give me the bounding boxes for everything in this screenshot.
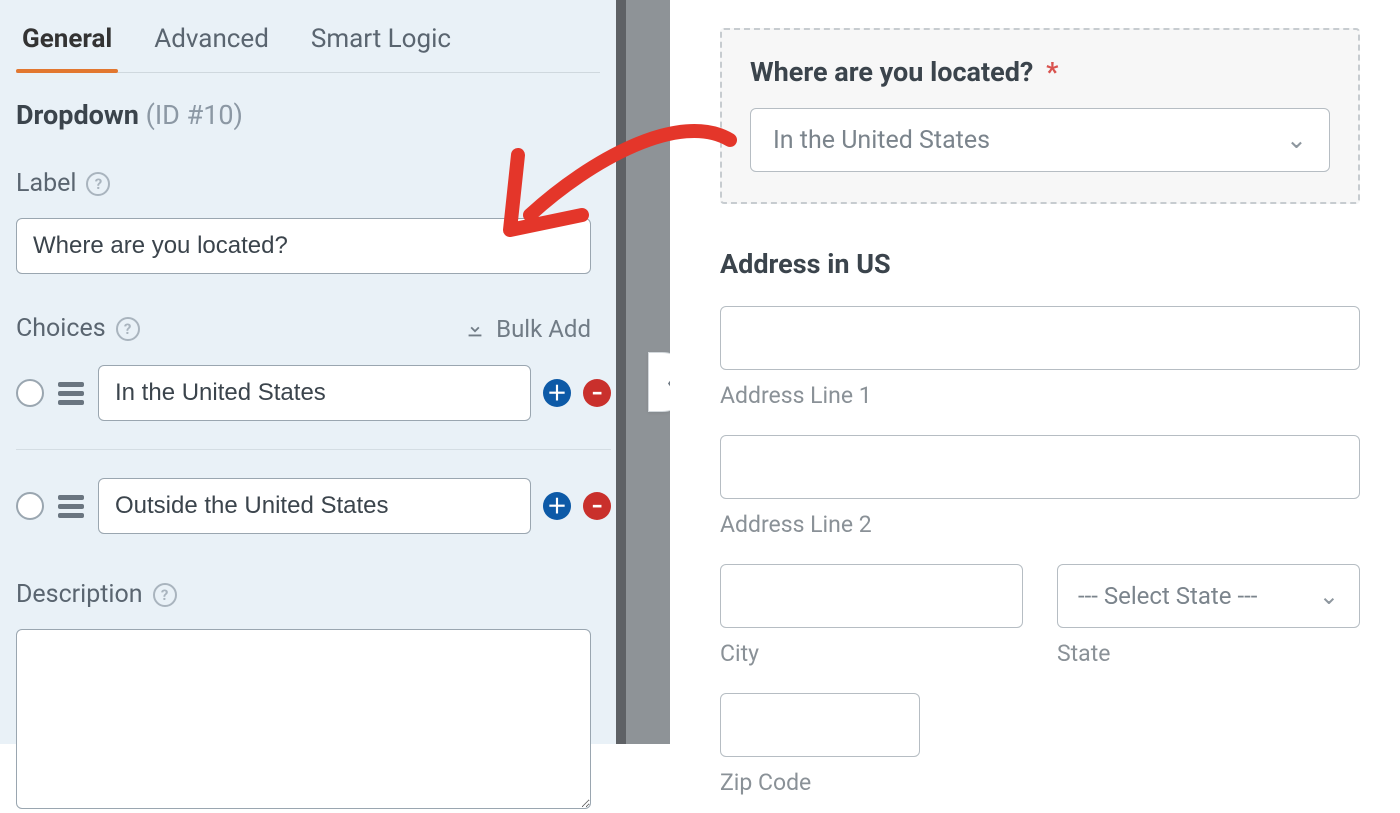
editor-tabs: General Advanced Smart Logic (16, 0, 600, 73)
city-state-row: City --- Select State --- ⌄ State (720, 564, 1360, 667)
dropdown-preview-block[interactable]: Where are you located? * In the United S… (720, 28, 1360, 204)
state-placeholder: --- Select State --- (1078, 582, 1257, 610)
choices-heading-row: Choices ? (16, 314, 140, 343)
remove-choice-button[interactable]: − (583, 492, 611, 520)
choice-input[interactable] (98, 478, 531, 534)
label-heading: Label (16, 169, 76, 198)
city-label: City (720, 640, 1023, 667)
choice-input[interactable] (98, 365, 531, 421)
download-icon (464, 318, 486, 340)
choices-header: Choices ? Bulk Add (16, 314, 591, 343)
city-input[interactable] (720, 564, 1023, 628)
tab-advanced[interactable]: Advanced (148, 6, 275, 72)
description-heading: Description (16, 580, 143, 609)
address-line1-field: Address Line 1 (720, 306, 1360, 409)
remove-choice-button[interactable]: − (583, 379, 611, 407)
chevron-down-icon: ⌄ (1319, 582, 1339, 610)
dropdown-select[interactable]: In the United States ⌄ (750, 108, 1330, 172)
help-icon[interactable]: ? (86, 172, 110, 196)
add-choice-button[interactable]: ＋ (543, 379, 571, 407)
state-select[interactable]: --- Select State --- ⌄ (1057, 564, 1360, 628)
preview-panel: Where are you located? * In the United S… (670, 0, 1400, 744)
choice-row: ＋ − (16, 365, 611, 421)
city-field: City (720, 564, 1023, 667)
zip-field: Zip Code (720, 693, 920, 796)
editor-panel: General Advanced Smart Logic Dropdown (I… (0, 0, 616, 744)
dropdown-selected-value: In the United States (773, 126, 990, 155)
field-title: Dropdown (ID #10) (16, 99, 600, 131)
default-choice-radio[interactable] (16, 492, 44, 520)
tab-general[interactable]: General (16, 6, 118, 72)
address-line1-label: Address Line 1 (720, 382, 1360, 409)
preview-question-label: Where are you located? * (750, 56, 1330, 88)
required-asterisk-icon: * (1046, 56, 1058, 88)
help-icon[interactable]: ? (116, 317, 140, 341)
add-choice-button[interactable]: ＋ (543, 492, 571, 520)
field-type: Dropdown (16, 99, 139, 131)
choices-heading: Choices (16, 314, 106, 343)
choice-row: ＋ − (16, 449, 611, 534)
zip-label: Zip Code (720, 769, 920, 796)
state-label: State (1057, 640, 1360, 667)
label-heading-row: Label ? (16, 169, 600, 198)
address-section-title: Address in US (720, 248, 1360, 280)
address-line1-input[interactable] (720, 306, 1360, 370)
tab-smart-logic[interactable]: Smart Logic (305, 6, 457, 72)
default-choice-radio[interactable] (16, 379, 44, 407)
field-id: (ID #10) (146, 99, 243, 131)
state-field: --- Select State --- ⌄ State (1057, 564, 1360, 667)
bulk-add-label: Bulk Add (496, 315, 591, 343)
label-input[interactable] (16, 218, 591, 274)
help-icon[interactable]: ? (153, 583, 177, 607)
chevron-down-icon: ⌄ (1286, 125, 1307, 155)
drag-handle-icon[interactable] (56, 495, 86, 518)
zip-input[interactable] (720, 693, 920, 757)
bulk-add-button[interactable]: Bulk Add (464, 315, 591, 343)
drag-handle-icon[interactable] (56, 382, 86, 405)
address-line2-field: Address Line 2 (720, 435, 1360, 538)
description-textarea[interactable] (16, 629, 591, 809)
address-line2-input[interactable] (720, 435, 1360, 499)
address-line2-label: Address Line 2 (720, 511, 1360, 538)
preview-question-text: Where are you located? (750, 56, 1033, 88)
panel-divider: ‹ (616, 0, 670, 744)
description-heading-row: Description ? (16, 580, 600, 609)
